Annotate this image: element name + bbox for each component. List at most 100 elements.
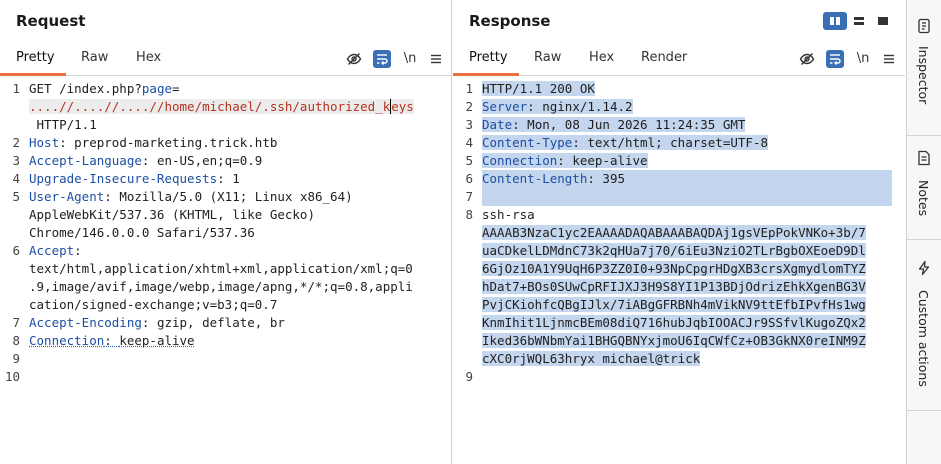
header-value-continued: text/html,application/xhtml+xml,applicat… <box>29 261 413 276</box>
header-sep: : <box>217 171 233 186</box>
header-sep: : <box>104 333 120 348</box>
header-sep: : <box>104 189 120 204</box>
request-method-url: GET /index.php? <box>29 81 142 96</box>
response-title: Response <box>469 12 551 30</box>
body-line: 6GjOz10A1Y9UqH6P3ZZ0I0+93NpCpgrHDgXB3crs… <box>482 260 897 278</box>
request-active-tab-indicator <box>0 73 66 76</box>
header-value-continued: cation/signed-exchange;v=b3;q=0.7 <box>29 297 278 312</box>
newline-toggle[interactable]: \n <box>401 50 419 68</box>
eye-off-icon[interactable] <box>345 50 363 68</box>
header-line: User-Agent: Mozilla/5.0 (X11; Linux x86_… <box>29 188 443 206</box>
header-value-continued: .9,image/avif,image/webp,image/apng,*/*;… <box>29 279 413 294</box>
body-line: PvjCKiohfcQBgIJlx/7iABgGFRBNh4mVikNV9ttE… <box>482 296 897 314</box>
header-name: Host <box>29 135 60 150</box>
line-number: 3 <box>12 153 20 168</box>
header-value: Mon, 08 Jun 2026 11:24:35 GMT <box>527 117 746 132</box>
header-sep: : <box>527 99 543 114</box>
header-value: 1 <box>232 171 240 186</box>
layout-toggle-group <box>823 12 895 30</box>
header-name: Accept <box>29 243 75 258</box>
sidebar-item-notes[interactable]: Notes <box>907 136 941 239</box>
header-value: nginx/1.14.2 <box>542 99 633 114</box>
header-name: Accept-Language <box>29 153 142 168</box>
header-sep: : <box>572 135 588 150</box>
response-tabs: Pretty Raw Hex Render \n <box>453 42 905 76</box>
header-value: text/html; charset=UTF-8 <box>587 135 768 150</box>
body-line: uaCDkelLDMdnC73k2qHUa7j70/6iEu3NziO2TLrB… <box>482 242 897 260</box>
header-value: keep-alive <box>119 333 195 348</box>
response-tab-pretty[interactable]: Pretty <box>469 50 508 65</box>
wrap-icon[interactable] <box>373 50 391 68</box>
line-number: 8 <box>12 333 20 348</box>
header-line: Server: nginx/1.14.2 <box>482 98 897 116</box>
sidebar-item-custom-actions[interactable]: Custom actions <box>907 240 941 410</box>
header-name: Date <box>482 117 513 132</box>
header-name: Content-Type <box>482 135 573 150</box>
header-line: Connection: keep-alive <box>482 152 897 170</box>
response-tab-raw[interactable]: Raw <box>534 50 561 65</box>
header-value: gzip, deflate, br <box>156 315 285 330</box>
sidebar-item-label: Custom actions <box>916 290 931 387</box>
layout-rows-icon[interactable] <box>847 12 871 30</box>
header-line: Date: Mon, 08 Jun 2026 11:24:35 GMT <box>482 116 897 134</box>
wrap-icon[interactable] <box>826 50 844 68</box>
request-tab-pretty[interactable]: Pretty <box>16 50 55 65</box>
header-sep: : <box>557 153 573 168</box>
header-value: 395 <box>602 171 625 186</box>
line-number: 8 <box>465 207 473 222</box>
header-line: Connection: keep-alive <box>29 332 443 350</box>
request-tabs: Pretty Raw Hex \n <box>0 42 451 76</box>
header-name: User-Agent <box>29 189 105 204</box>
body-line: AAAAB3NzaC1yc2EAAAADAQABAAABAQDAj1gsVEpP… <box>482 224 897 242</box>
line-number: 6 <box>12 243 20 258</box>
header-name: Upgrade-Insecure-Requests <box>29 171 218 186</box>
menu-icon[interactable] <box>427 50 445 68</box>
line-number: 1 <box>465 81 473 96</box>
header-sep: : <box>512 117 528 132</box>
response-line-text: HTTP/1.1 200 OK <box>482 80 897 98</box>
header-value: keep-alive <box>572 153 648 168</box>
inspector-icon <box>916 18 932 34</box>
line-number: 6 <box>465 171 473 186</box>
header-value: Mozilla/5.0 (X11; Linux x86_64) <box>119 189 353 204</box>
layout-split-icon[interactable] <box>823 12 847 30</box>
line-number: 10 <box>4 369 20 384</box>
newline-toggle[interactable]: \n <box>854 50 872 68</box>
body-line: hDat7+BOs0SUwCpRFIJXJ3H9S8YI1P13BDjOdriz… <box>482 278 897 296</box>
response-active-tab-indicator <box>453 73 519 76</box>
line-number: 7 <box>465 189 473 204</box>
line-number: 4 <box>12 171 20 186</box>
header-sep: : <box>587 171 603 186</box>
header-line: Accept: <box>29 242 443 260</box>
query-param-value-end: eys <box>391 99 414 114</box>
query-param-name: page <box>141 81 172 96</box>
header-line: Content-Length: 395 <box>482 170 897 188</box>
query-equals: = <box>172 81 180 96</box>
header-sep: : <box>141 153 157 168</box>
request-line-text: ....//....//....//home/michael/.ssh/auth… <box>29 98 443 116</box>
header-line: Accept-Language: en-US,en;q=0.9 <box>29 152 443 170</box>
header-value-continued: AppleWebKit/537.36 (KHTML, like Gecko) <box>29 207 315 222</box>
header-sep: : <box>74 243 82 258</box>
line-number: 5 <box>12 189 20 204</box>
layout-single-icon[interactable] <box>871 12 895 30</box>
header-name: Server <box>482 99 528 114</box>
request-editor[interactable]: 1 GET /index.php?page= ....//....//..../… <box>0 77 451 464</box>
body-line-text: 6GjOz10A1Y9UqH6P3ZZ0I0+93NpCpgrHDgXB3crs… <box>482 261 866 276</box>
request-tab-raw[interactable]: Raw <box>81 50 108 65</box>
request-tab-hex[interactable]: Hex <box>136 50 161 65</box>
body-line: ssh-rsa <box>482 207 535 222</box>
header-name: Content-Length <box>482 171 588 186</box>
header-sep: : <box>141 315 157 330</box>
line-number: 1 <box>12 81 20 96</box>
body-line-text: uaCDkelLDMdnC73k2qHUa7j70/6iEu3NziO2TLrB… <box>482 243 866 258</box>
sidebar-divider <box>907 410 941 411</box>
response-editor[interactable]: 1 HTTP/1.1 200 OK 2 Server: nginx/1.14.2… <box>453 77 905 464</box>
response-tab-hex[interactable]: Hex <box>589 50 614 65</box>
body-line-text: cXC0rjWQL63hryx michael@trick <box>482 351 701 366</box>
menu-icon[interactable] <box>880 50 898 68</box>
eye-off-icon[interactable] <box>798 50 816 68</box>
sidebar-item-inspector[interactable]: Inspector <box>907 0 941 135</box>
response-tab-render[interactable]: Render <box>641 50 687 65</box>
line-number: 9 <box>12 351 20 366</box>
